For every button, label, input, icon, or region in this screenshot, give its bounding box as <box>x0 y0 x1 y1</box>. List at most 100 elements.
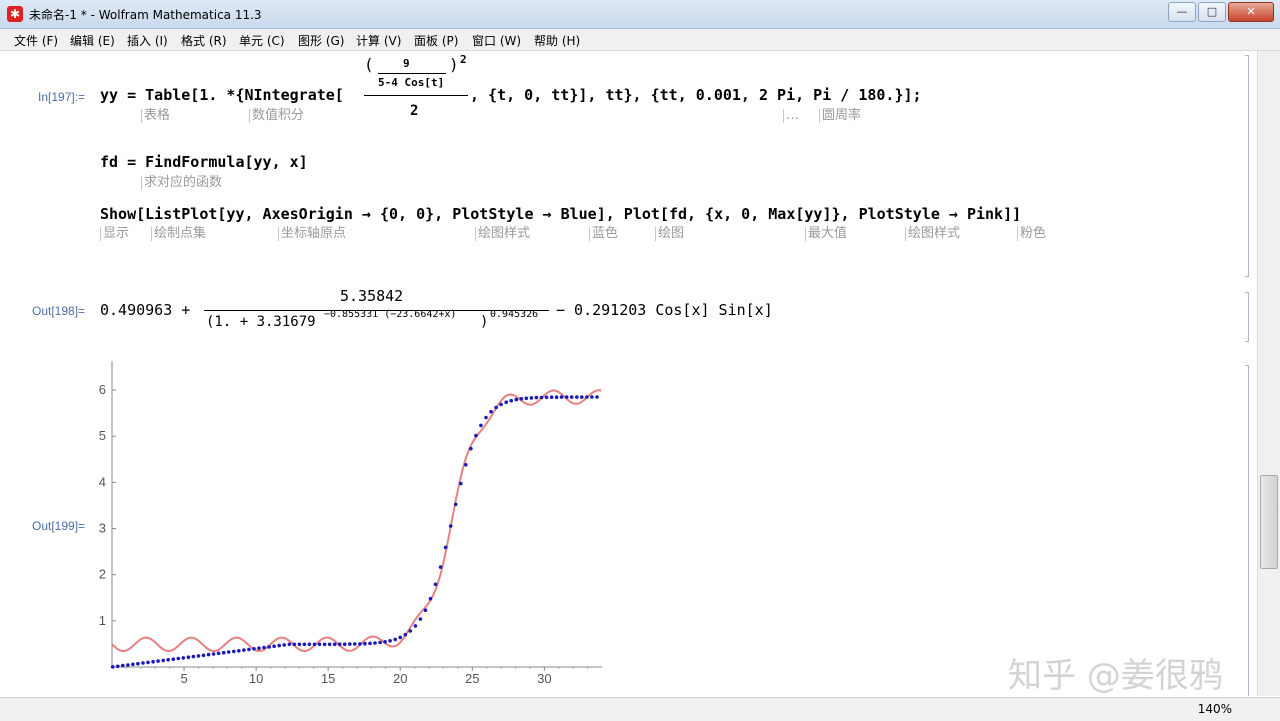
y-tick-label: 3 <box>99 521 106 536</box>
cell-bracket-out198[interactable] <box>1245 292 1249 342</box>
data-point <box>226 650 231 654</box>
data-point <box>302 642 307 647</box>
zoom-level[interactable]: 140% <box>1198 702 1232 716</box>
blue-points <box>110 395 599 669</box>
data-point <box>413 624 418 628</box>
code-line1-suffix: , {t, 0, tt}], tt}, {tt, 0.001, 2 Pi, Pi… <box>470 86 922 104</box>
out198-numerator: 5.35842 <box>340 287 404 305</box>
menu-palettes[interactable]: 面板 (P) <box>414 32 458 49</box>
data-point <box>519 397 524 401</box>
data-point <box>267 645 271 649</box>
data-point <box>418 617 423 621</box>
pink-curve <box>111 389 602 653</box>
menu-file[interactable]: 文件 (F) <box>14 32 58 49</box>
maximize-button[interactable]: □ <box>1198 2 1226 22</box>
data-point <box>161 658 165 663</box>
out198-label: Out[198]= <box>32 304 86 318</box>
cell-bracket-input[interactable] <box>1245 55 1249 277</box>
out198-den-exp: −0.855331 (−23.6642+x) <box>324 309 457 320</box>
data-point <box>252 647 256 651</box>
watermark: 知乎 @姜很鸦 <box>1008 656 1223 696</box>
close-button[interactable]: ✕ <box>1228 2 1274 22</box>
x-tick-label: 10 <box>249 671 263 686</box>
data-point <box>393 637 398 642</box>
input-line-2[interactable]: fd = FindFormula[yy, x] <box>100 153 308 171</box>
notebook-area[interactable]: In[197]:= yy = Table[1. *{NIntegrate[ ( … <box>0 51 1257 696</box>
code-line1-prefix: yy = Table[1. *{NIntegrate[ <box>100 86 344 104</box>
data-point <box>307 642 312 647</box>
data-point <box>373 641 377 645</box>
menu-format[interactable]: 格式 (R) <box>181 32 227 49</box>
input-line-1[interactable]: yy = Table[1. *{NIntegrate[ <box>100 86 344 104</box>
data-point <box>569 395 574 399</box>
data-point <box>524 396 529 401</box>
data-point <box>554 395 559 399</box>
out198-den-pow: 0.945326 <box>490 309 539 320</box>
data-point <box>353 642 357 646</box>
data-point <box>469 446 473 451</box>
data-point <box>211 652 216 656</box>
annotation-pink: 粉色 <box>1017 227 1046 241</box>
data-point <box>504 400 509 404</box>
data-point <box>287 642 292 647</box>
x-tick-label: 20 <box>393 671 407 686</box>
data-point <box>363 641 367 646</box>
frac-den: 5-4 Cos[t] <box>378 76 445 89</box>
minimize-button[interactable]: — <box>1168 2 1196 22</box>
data-point <box>348 642 352 646</box>
data-point <box>590 395 594 399</box>
data-point <box>181 656 186 660</box>
out198-den-base: (1. + 3.31679 <box>206 314 316 330</box>
data-point <box>494 405 498 410</box>
input-line-3[interactable]: Show[ListPlot[yy, AxesOrigin → {0, 0}, P… <box>100 205 1021 223</box>
frac-inner-line <box>378 73 446 74</box>
y-tick-label: 2 <box>99 567 106 582</box>
data-point <box>403 632 408 637</box>
scroll-thumb[interactable] <box>1260 475 1278 569</box>
status-bar: 140% <box>0 697 1280 721</box>
menu-insert[interactable]: 插入 (I) <box>127 32 168 49</box>
data-point <box>121 663 125 668</box>
data-point <box>232 649 236 654</box>
menu-evaluation[interactable]: 计算 (V) <box>356 32 401 49</box>
x-tick-label: 30 <box>537 671 551 686</box>
plot-graphic[interactable]: 5 10 15 20 25 30 1 2 3 4 5 6 <box>90 356 620 696</box>
data-point <box>514 397 519 402</box>
data-point <box>464 463 468 467</box>
data-point <box>136 661 140 666</box>
vertical-scrollbar[interactable] <box>1257 51 1280 696</box>
menu-edit[interactable]: 编辑 (E) <box>70 32 115 49</box>
data-point <box>459 481 463 486</box>
data-point <box>342 642 347 646</box>
data-point <box>191 654 196 659</box>
data-point <box>433 582 438 587</box>
data-point <box>408 629 413 633</box>
data-point <box>126 663 130 667</box>
data-point <box>580 395 584 399</box>
menu-graphics[interactable]: 图形 (G) <box>298 32 344 49</box>
annotation-axesorigin: 坐标轴原点 <box>278 227 346 241</box>
annotation-max: 最大值 <box>805 227 847 241</box>
annotation-findformula: 求对应的函数 <box>141 176 222 190</box>
menu-window[interactable]: 窗口 (W) <box>472 32 521 49</box>
data-point <box>438 565 443 569</box>
data-point <box>453 502 458 507</box>
out199-label: Out[199]= <box>32 519 86 533</box>
frac-power: 2 <box>460 53 467 66</box>
data-point <box>539 395 544 400</box>
data-point <box>479 423 483 428</box>
data-point <box>549 395 554 399</box>
menu-cell[interactable]: 单元 (C) <box>239 32 285 49</box>
data-point <box>176 656 181 661</box>
annotation-plot: 绘图 <box>655 227 684 241</box>
menu-help[interactable]: 帮助 (H) <box>534 32 580 49</box>
data-point <box>595 395 599 399</box>
y-tick-label: 4 <box>99 474 106 489</box>
data-point <box>242 648 246 652</box>
data-point <box>272 644 276 648</box>
data-point <box>327 642 332 647</box>
menu-bar: 文件 (F) 编辑 (E) 插入 (I) 格式 (R) 单元 (C) 图形 (G… <box>0 29 1280 51</box>
cell-bracket-out199[interactable] <box>1245 365 1249 696</box>
annotation-table: 表格 <box>141 109 170 123</box>
data-point <box>423 608 428 612</box>
